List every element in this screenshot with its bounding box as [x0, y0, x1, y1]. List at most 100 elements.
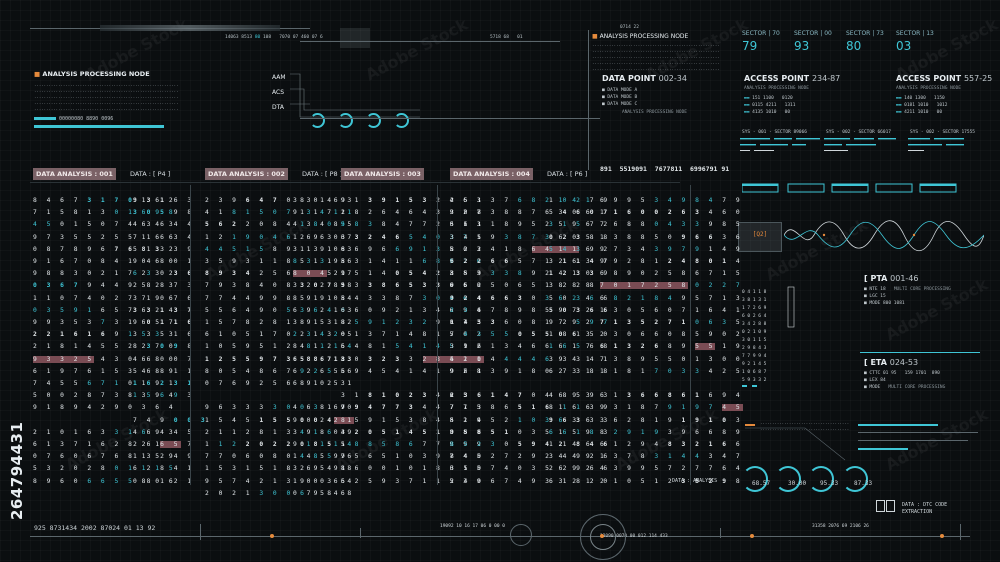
- axis-tick: [720, 528, 721, 538]
- column-divider: [190, 185, 191, 485]
- gauge-value: 68.57: [752, 480, 771, 487]
- sector-card: SECTOR | 70 79: [742, 30, 780, 53]
- access-point-panel: ACCESS POINT 234-87 ANALYSIS PROCESSING …: [744, 74, 840, 116]
- eta-panel: [ ETA 024-53 ■ CTTC 01 95 159 1701 890 ■…: [864, 358, 945, 391]
- axis-tick: [200, 524, 201, 540]
- gauge-value: 87.33: [854, 480, 873, 487]
- column-divider: [690, 185, 691, 485]
- top-divider-2: [300, 41, 560, 42]
- gauge-ring: [808, 466, 834, 492]
- svg-text:7 7 9 9 4: 7 7 9 9 4: [742, 353, 767, 359]
- center-node-log: ........................................…: [592, 42, 720, 71]
- gauge-ring: [742, 466, 768, 492]
- svg-text:6 0 2 6 4: 6 0 2 6 4: [742, 313, 767, 319]
- annotation-text: ........................................…: [760, 420, 850, 431]
- access-point-sub: ANALYSIS PROCESSING NODE: [744, 86, 810, 91]
- access-point-sub: ANALYSIS PROCESSING NODE: [896, 86, 962, 91]
- signal-lines: [290, 73, 420, 118]
- annotation-lines: [745, 424, 846, 461]
- analysis-data-label: DATA : [ P8 ]: [301, 170, 343, 178]
- status-ring: [310, 113, 325, 128]
- side-label-stack: AAM ACS DTA: [272, 70, 286, 115]
- column-divider: [437, 185, 438, 485]
- panel-progress: [34, 125, 164, 128]
- analysis-header-4: DATA ANALYSIS : 004 DATA : [ P6 ]: [450, 161, 587, 180]
- gauge-ring: [775, 466, 801, 492]
- sector-value: 79: [742, 39, 758, 53]
- sector-card: SECTOR | 73 80: [846, 30, 884, 53]
- sector-card: SECTOR | 13 03: [896, 30, 934, 53]
- status-ring: [394, 113, 409, 128]
- side-label: ACS: [272, 89, 284, 96]
- axis-tick: [360, 528, 361, 538]
- teal-bar-row: [742, 183, 957, 193]
- data-point-modes: ■ DATA MODE A ■ DATA MODE B ■ DATA MODE …: [602, 88, 638, 107]
- pta-title: [ PTA 001-46: [864, 274, 919, 283]
- sys-label: SYS - 002 - SECTOR 17555: [910, 130, 976, 135]
- gauge-ring: [842, 466, 868, 492]
- svg-text:0 2 1 0 9: 0 2 1 0 9: [742, 329, 767, 335]
- status-ring: [338, 113, 353, 128]
- side-label: DTA: [272, 104, 284, 111]
- scan-widget: [Q2]: [738, 222, 782, 252]
- axis-tick: [960, 524, 961, 540]
- analysis-header-2: DATA ANALYSIS : 002 DATA : [ P8 ]: [205, 161, 342, 180]
- svg-text:3 4 2 8 8: 3 4 2 8 8: [742, 321, 767, 327]
- svg-text:5 9 3 3 2: 5 9 3 3 2: [742, 377, 767, 383]
- svg-text:2 9 8 4 3: 2 9 8 4 3: [742, 345, 767, 351]
- analysis-data-label: DATA : [ P4 ]: [129, 170, 171, 178]
- svg-text:9 2 1 4 5: 9 2 1 4 5: [742, 361, 767, 367]
- bottom-axis: [30, 536, 970, 537]
- gauge-value: 30.00: [788, 480, 807, 487]
- ring-group-label: DATA : ANALYSIS: [672, 478, 718, 484]
- access-point-rows: ▬▬ 151 1100 0120 ▬▬ 0115 4211 1311 ▬▬ 41…: [744, 96, 796, 115]
- dtc-label: DATA : DTC CODE EXTRACTION: [902, 502, 948, 515]
- data-point-footer: ANALYSIS PROCESSING NODE: [622, 110, 688, 115]
- access-point-title: ACCESS POINT 234-87: [744, 74, 841, 83]
- sys-label: SYS - 002 - SECTOR 66017: [826, 130, 892, 135]
- svg-text:1 0 6 8 7: 1 0 6 8 7: [742, 369, 767, 375]
- meter-columns: 0 4 1 1 8 3 8 1 3 1 1 7 2 6 9 6 0 2 6 4 3 4…: [742, 286, 795, 387]
- analysis-header-1: DATA ANALYSIS : 001 DATA : [ P4 ]: [33, 161, 170, 180]
- status-ring: [366, 113, 381, 128]
- sector-card: SECTOR | 00 93: [794, 30, 832, 53]
- top-number-strip-3: 0714 22: [620, 25, 639, 30]
- sys-bars: [740, 138, 964, 151]
- marker-dot: [750, 534, 754, 538]
- analysis-tag: DATA ANALYSIS : 004: [450, 168, 533, 180]
- access-point-panel: ACCESS POINT 557-25 ANALYSIS PROCESSING …: [896, 74, 992, 116]
- file-icon: [886, 500, 895, 512]
- row-number-strip: 891 5519091 7677811 6996791 91: [600, 165, 730, 173]
- bottom-number-strip: 925 8731434 2002 87024 01 13 92: [34, 524, 156, 532]
- data-column-2: 9 3 1 6 3 3 0 5 9 8 4 3 6 4 4 7 1 6 3 4 …: [133, 197, 208, 485]
- progress-line: [858, 440, 968, 441]
- bottom-number-strip: 19092 10 16 17 06 0 00 0: [440, 524, 506, 529]
- svg-text:0 4 1 1 8: 0 4 1 1 8: [742, 289, 767, 295]
- target-dot: [600, 534, 604, 538]
- side-label: AAM: [272, 74, 286, 81]
- sector-value: 03: [896, 39, 912, 53]
- file-icon: [876, 500, 885, 512]
- access-point-title: ACCESS POINT 557-25: [896, 74, 993, 83]
- access-point-rows: ▬▬ 140 1300 1150 ▬▬ 0181 1010 1012 ▬▬ 42…: [896, 96, 948, 115]
- stock-id: 264794431: [8, 421, 26, 520]
- marker-dot: [270, 534, 274, 538]
- top-number-strip-2: 5718 68 01: [490, 35, 523, 40]
- teal-progress: [858, 424, 938, 426]
- analysis-node-panel: ■ ANALYSIS PROCESSING NODE .............…: [34, 70, 274, 128]
- eta-title: [ ETA 024-53: [864, 358, 919, 367]
- analysis-tag: DATA ANALYSIS : 001: [33, 168, 116, 180]
- data-point-title: DATA POINT 002-34: [602, 74, 687, 83]
- scope-ring: [510, 524, 532, 546]
- panel-readouts: 00000080 8890 0096: [34, 116, 274, 122]
- top-glow: [340, 28, 370, 48]
- sys-label: SYS - 001 - SECTOR 89066: [742, 130, 808, 135]
- center-node-title: ■ ANALYSIS PROCESSING NODE: [592, 33, 689, 40]
- waveform: [784, 220, 984, 252]
- panel-title: ■ ANALYSIS PROCESSING NODE: [34, 70, 150, 78]
- sector-value: 93: [794, 39, 810, 53]
- top-scan-bar: [100, 25, 280, 31]
- panel-log: ........................................…: [34, 82, 179, 111]
- marker-dot: [940, 534, 944, 538]
- analysis-divider: [30, 182, 680, 183]
